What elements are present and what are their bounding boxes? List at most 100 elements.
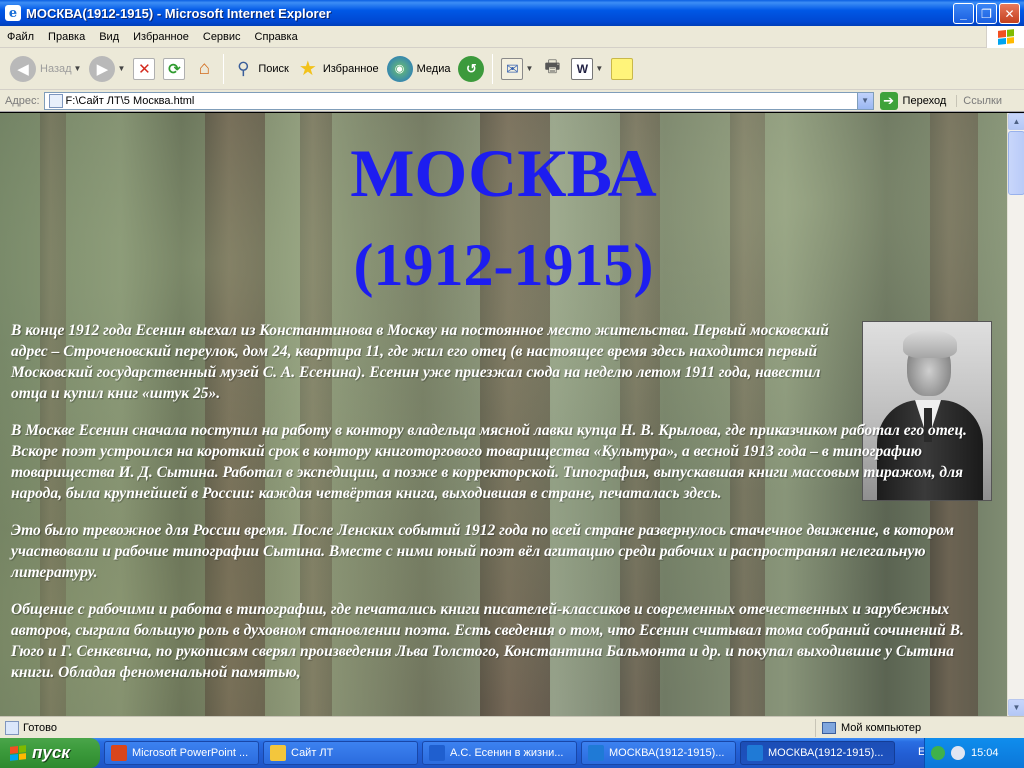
address-bar: Адрес: F:\Сайт ЛТ\5 Москва.html ▼ ➔ Пере…: [0, 90, 1024, 112]
media-button[interactable]: ◉ Медиа: [383, 51, 455, 87]
menu-edit[interactable]: Правка: [41, 31, 92, 43]
scroll-up-icon[interactable]: ▲: [1008, 113, 1024, 130]
word-icon: W: [571, 57, 594, 80]
forward-arrow-icon: ▶: [89, 55, 116, 82]
mail-dropdown-icon[interactable]: ▼: [525, 64, 533, 73]
toolbar-separator: [223, 53, 225, 84]
maximize-button[interactable]: ❐: [976, 3, 997, 24]
menu-view[interactable]: Вид: [92, 31, 126, 43]
taskbar-item-esenin[interactable]: А.С. Есенин в жизни...: [422, 741, 577, 765]
taskbar-item-moscow-active[interactable]: МОСКВА(1912-1915)...: [740, 741, 895, 765]
stop-icon: ✕: [133, 57, 156, 80]
paragraph: В Москве Есенин сначала поступил на рабо…: [11, 422, 967, 502]
address-label: Адрес:: [5, 94, 40, 107]
go-arrow-icon: ➔: [879, 91, 898, 110]
article-text: В конце 1912 года Есенин выехал из Конст…: [11, 320, 991, 699]
back-arrow-icon: ◀: [10, 55, 36, 82]
toolbar: ◀ Назад ▼ ▶ ▼ ✕ ⟳ ⌂ ⚲ Поиск ★ Избранное …: [0, 48, 1024, 90]
page-content: МОСКВА (1912-1915) В конце 1912 года Есе…: [0, 113, 1007, 716]
vertical-scrollbar[interactable]: ▲ ▼: [1007, 113, 1024, 716]
ie-icon: [429, 745, 445, 761]
taskbar-item-folder[interactable]: Сайт ЛТ: [263, 741, 418, 765]
task-label: Сайт ЛТ: [291, 747, 334, 759]
scroll-down-icon[interactable]: ▼: [1008, 699, 1024, 716]
address-value[interactable]: F:\Сайт ЛТ\5 Москва.html: [66, 95, 195, 107]
toolbar-separator: [492, 53, 494, 84]
mail-button[interactable]: ✉ ▼: [497, 51, 537, 87]
refresh-icon: ⟳: [163, 57, 186, 80]
address-input[interactable]: F:\Сайт ЛТ\5 Москва.html ▼: [43, 91, 874, 110]
forward-dropdown-icon[interactable]: ▼: [117, 64, 125, 73]
menu-file[interactable]: Файл: [0, 31, 41, 43]
media-label: Медиа: [416, 62, 451, 75]
print-button[interactable]: 🖶: [537, 51, 567, 87]
zone-label: Мой компьютер: [841, 722, 922, 734]
menu-favorites[interactable]: Избранное: [126, 31, 196, 43]
back-button[interactable]: ◀ Назад ▼: [6, 51, 85, 87]
windows-logo-icon: [986, 26, 1024, 48]
edit-button[interactable]: W ▼: [567, 51, 607, 87]
page-title: МОСКВА: [350, 135, 657, 211]
paragraph: Это было тревожное для России время. Пос…: [11, 522, 955, 581]
history-icon: ↺: [458, 55, 485, 82]
window-title: МОСКВА(1912-1915) - Microsoft Internet E…: [26, 5, 331, 21]
task-label: МОСКВА(1912-1915)...: [768, 747, 884, 759]
back-dropdown-icon[interactable]: ▼: [74, 64, 82, 73]
page-icon: [48, 93, 63, 108]
page-subtitle: (1912-1915): [353, 232, 654, 298]
menu-bar: Файл Правка Вид Избранное Сервис Справка: [0, 26, 1024, 48]
page-status-icon: [5, 720, 19, 735]
minimize-button[interactable]: _: [953, 3, 974, 24]
start-label: пуск: [32, 743, 70, 762]
taskbar-item-powerpoint[interactable]: Microsoft PowerPoint ...: [104, 741, 259, 765]
history-button[interactable]: ↺: [454, 51, 488, 87]
back-label: Назад: [40, 62, 72, 75]
folder-icon: [270, 745, 286, 761]
volume-icon[interactable]: [951, 746, 965, 760]
menu-tools[interactable]: Сервис: [196, 31, 248, 43]
status-bar: Готово Мой компьютер: [0, 716, 1024, 738]
paragraph: В конце 1912 года Есенин выехал из Конст…: [11, 322, 829, 402]
favorites-label: Избранное: [322, 62, 379, 75]
scrollbar-thumb[interactable]: [1008, 131, 1024, 195]
computer-icon: [822, 722, 836, 734]
links-button[interactable]: Ссылки: [956, 94, 1002, 107]
favorites-button[interactable]: ★ Избранное: [293, 51, 383, 87]
taskbar: пуск Microsoft PowerPoint ... Сайт ЛТ А.…: [0, 738, 1024, 768]
address-dropdown-icon[interactable]: ▼: [856, 92, 873, 109]
windows-logo-icon: [10, 745, 26, 761]
forward-button[interactable]: ▶ ▼: [85, 51, 129, 87]
taskbar-item-moscow[interactable]: МОСКВА(1912-1915)...: [581, 741, 736, 765]
ie-icon: [747, 745, 763, 761]
close-button[interactable]: ✕: [999, 3, 1020, 24]
edit-dropdown-icon[interactable]: ▼: [595, 64, 603, 73]
discuss-button[interactable]: [607, 51, 637, 87]
task-label: Microsoft PowerPoint ...: [132, 747, 249, 759]
task-label: А.С. Есенин в жизни...: [450, 747, 564, 759]
refresh-button[interactable]: ⟳: [159, 51, 189, 87]
home-button[interactable]: ⌂: [189, 51, 219, 87]
ie-icon: [588, 745, 604, 761]
go-label: Переход: [902, 94, 947, 107]
home-icon: ⌂: [198, 57, 211, 79]
note-icon: [611, 57, 634, 80]
paragraph: Общение с рабочими и работа в типографии…: [11, 601, 964, 681]
search-button[interactable]: ⚲ Поиск: [228, 51, 292, 87]
security-zone: Мой компьютер: [815, 719, 921, 737]
search-label: Поиск: [258, 62, 289, 75]
start-button[interactable]: пуск: [0, 738, 100, 768]
window-titlebar: e МОСКВА(1912-1915) - Microsoft Internet…: [0, 0, 1024, 26]
ie-icon: e: [5, 5, 21, 21]
mail-icon: ✉: [501, 57, 524, 80]
stop-button[interactable]: ✕: [129, 51, 159, 87]
go-button[interactable]: ➔ Переход: [879, 91, 947, 110]
clock: 15:04: [971, 747, 999, 759]
media-icon: ◉: [386, 55, 413, 82]
task-label: МОСКВА(1912-1915)...: [609, 747, 725, 759]
network-icon[interactable]: [931, 746, 945, 760]
printer-icon: 🖶: [544, 57, 561, 76]
powerpoint-icon: [111, 745, 127, 761]
menu-help[interactable]: Справка: [248, 31, 305, 43]
search-icon: ⚲: [237, 58, 250, 78]
status-text: Готово: [23, 721, 57, 734]
